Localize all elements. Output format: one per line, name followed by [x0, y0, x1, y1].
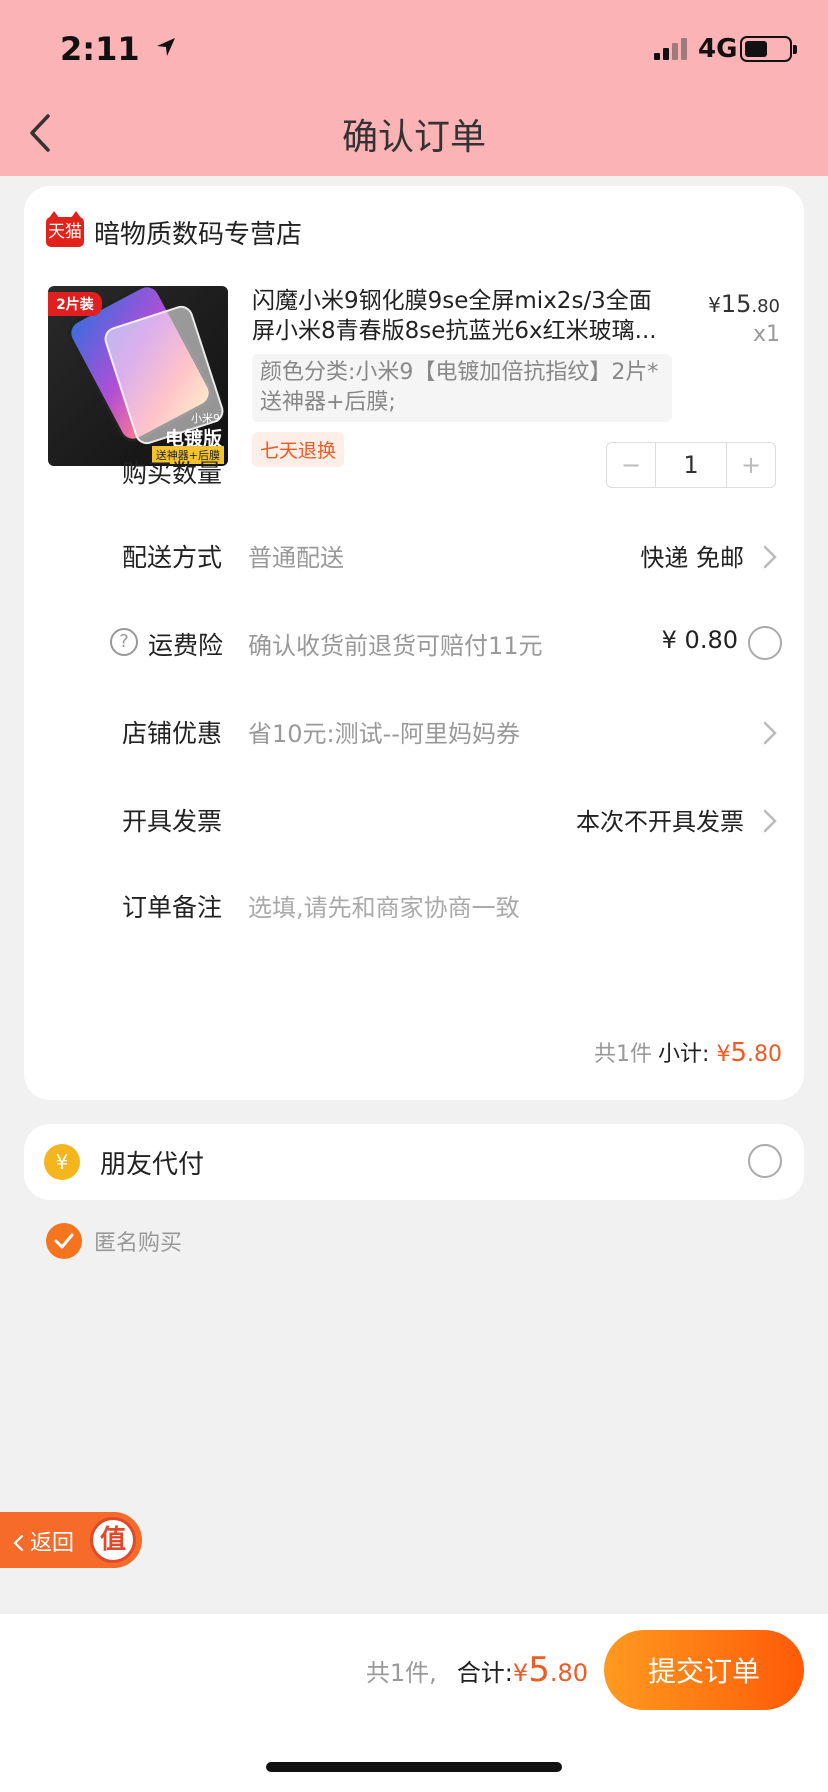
floating-back-label: 返回: [30, 1531, 75, 1556]
note-input[interactable]: 选填,请先和商家协商一致: [248, 888, 520, 923]
total-symbol: ¥: [512, 1659, 529, 1687]
price-symbol: ¥: [708, 293, 721, 317]
image-pack-badge: 2片装: [48, 292, 102, 316]
battery-icon: [740, 36, 797, 62]
coupon-value: 省10元:测试--阿里妈妈券: [248, 720, 520, 748]
yen-icon: ¥: [44, 1144, 80, 1180]
shop-row[interactable]: 天猫 暗物质数码专营店: [46, 211, 303, 252]
total-dec: .80: [549, 1659, 588, 1687]
subtotal-dec: .80: [747, 1042, 782, 1067]
price-int: 15: [720, 290, 752, 318]
order-note-row: 订单备注 选填,请先和商家协商一致: [24, 876, 804, 936]
product-image[interactable]: 2片装 小米9 电镀版 送神器+后膜: [48, 286, 228, 466]
shop-coupon-row[interactable]: 店铺优惠 省10元:测试--阿里妈妈券: [24, 702, 804, 762]
friend-pay-card[interactable]: ¥ 朋友代付: [24, 1124, 804, 1200]
submit-order-button[interactable]: 提交订单: [604, 1630, 804, 1710]
subtotal-label: 小计:: [658, 1042, 710, 1067]
subtotal: 共1件 小计: ¥5.80: [594, 1036, 782, 1068]
note-label: 订单备注: [122, 893, 223, 922]
invoice-value: 本次不开具发票: [576, 808, 744, 836]
total-label: 合计:: [456, 1659, 513, 1687]
status-time-text: 2:11: [60, 30, 140, 68]
friend-pay-radio[interactable]: [748, 1144, 782, 1178]
shipping-insurance-row: ? 运费险 确认收货前退货可赔付11元 ¥ 0.80: [24, 614, 804, 674]
total-amount: ¥5.80: [512, 1650, 588, 1690]
insurance-label: 运费险: [148, 631, 224, 660]
bottom-bar: 共1件, 合计:¥5.80 提交订单: [0, 1614, 828, 1792]
floating-back-text: 返回: [12, 1525, 74, 1557]
location-arrow-icon: [156, 38, 175, 56]
total-count: 共1件,: [365, 1659, 437, 1687]
delivery-row[interactable]: 配送方式 普通配送 快递 免邮: [24, 526, 804, 586]
order-card: 天猫 暗物质数码专营店 2片装 小米9 电镀版 送神器+后膜 闪魔小米9钢化膜9…: [24, 186, 804, 1100]
invoice-label: 开具发票: [122, 807, 223, 836]
product-title[interactable]: 闪魔小米9钢化膜9se全屏mix2s/3全面屏小米8青春版8se抗蓝光6x红米玻…: [252, 286, 672, 346]
home-indicator: [266, 1762, 562, 1772]
tmall-icon: 天猫: [46, 211, 84, 247]
cellular-signal-icon: [654, 38, 687, 60]
quantity-label: 购买数量: [122, 459, 223, 488]
floating-back-button[interactable]: 返回 值: [0, 1512, 142, 1568]
status-time: 2:11: [60, 30, 177, 68]
invoice-row[interactable]: 开具发票 本次不开具发票: [24, 790, 804, 850]
chevron-left-icon: [13, 1534, 24, 1552]
chevron-right-icon: [763, 809, 777, 833]
delivery-method: 普通配送: [248, 544, 344, 572]
quantity-stepper: − 1 +: [606, 442, 776, 488]
header-bar: 2:11 4G 确认订单: [0, 0, 828, 176]
subtotal-amount: ¥5.80: [716, 1038, 782, 1068]
subtotal-int: 5: [730, 1038, 747, 1068]
product-quantity: x1: [752, 322, 780, 347]
coupon-label: 店铺优惠: [122, 719, 223, 748]
anonymous-label: 匿名购买: [94, 1231, 183, 1256]
decrease-button[interactable]: −: [607, 443, 655, 487]
chevron-right-icon: [763, 721, 777, 745]
chevron-right-icon: [763, 545, 777, 569]
product-price: ¥15.80: [708, 290, 780, 318]
shop-name: 暗物质数码专营店: [94, 219, 303, 250]
quantity-input[interactable]: 1: [655, 443, 727, 487]
zhi-seal-icon: 值: [90, 1517, 136, 1563]
network-type: 4G: [698, 34, 738, 64]
delivery-label: 配送方式: [122, 543, 223, 572]
quantity-row: 购买数量 − 1 +: [24, 442, 804, 502]
product-spec[interactable]: 颜色分类:小米9【电镀加倍抗指纹】2片*送神器+后膜;: [252, 354, 672, 422]
price-dec: .80: [751, 296, 780, 317]
delivery-fee: 快递 免邮: [640, 544, 744, 572]
insurance-radio[interactable]: [748, 626, 782, 660]
help-icon[interactable]: ?: [110, 628, 138, 656]
total-int: 5: [528, 1650, 550, 1690]
increase-button[interactable]: +: [727, 443, 775, 487]
checkmark-icon[interactable]: [46, 1223, 82, 1259]
friend-pay-label: 朋友代付: [100, 1150, 205, 1180]
subtotal-count: 共1件: [594, 1042, 653, 1067]
subtotal-symbol: ¥: [716, 1042, 731, 1067]
insurance-description: 确认收货前退货可赔付11元: [248, 632, 543, 660]
page-title: 确认订单: [341, 117, 486, 158]
insurance-price: ¥ 0.80: [661, 626, 738, 654]
order-total: 共1件, 合计:¥5.80: [366, 1650, 588, 1690]
anonymous-purchase[interactable]: 匿名购买: [46, 1222, 182, 1260]
